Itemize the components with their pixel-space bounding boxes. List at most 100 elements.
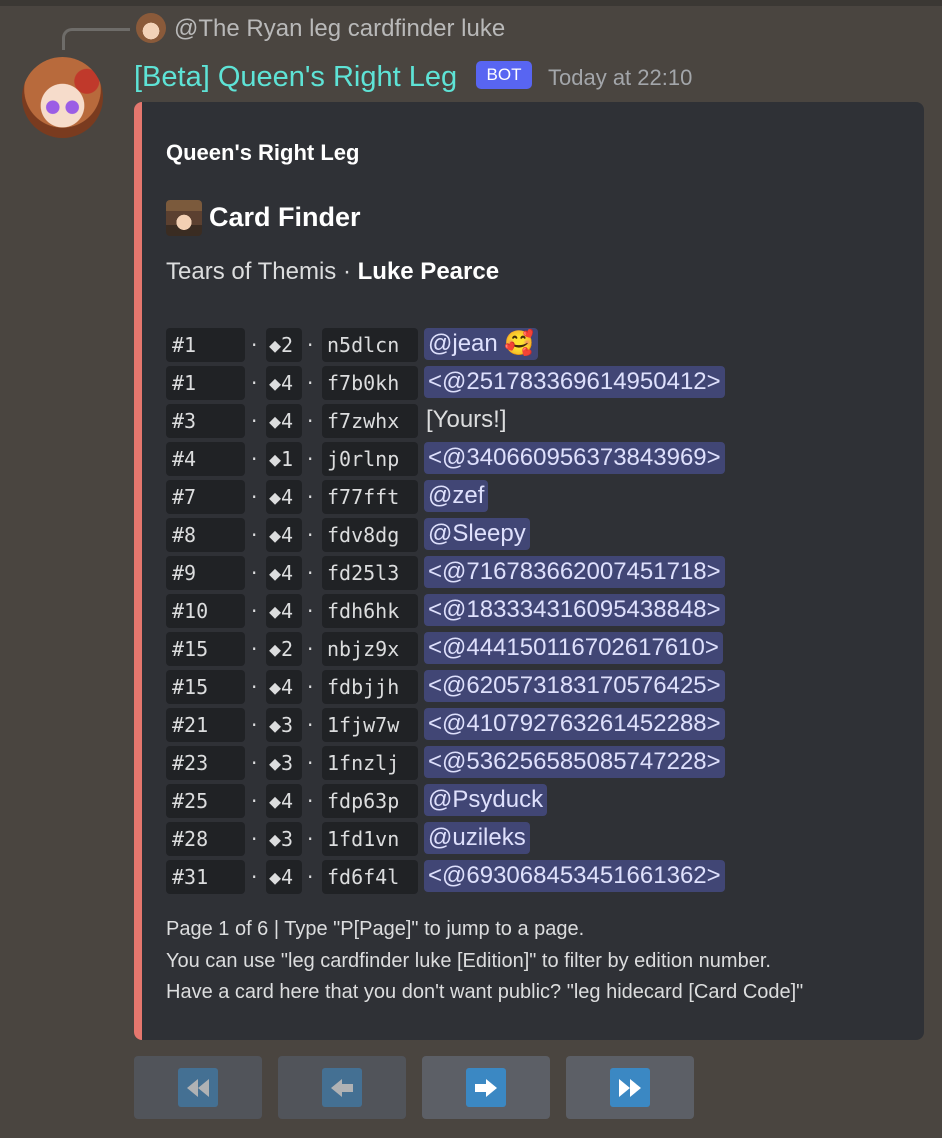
separator-dot: · bbox=[251, 637, 258, 661]
previous-page-button[interactable] bbox=[278, 1056, 406, 1119]
card-code: f7zwhx bbox=[322, 404, 418, 438]
bot-avatar[interactable] bbox=[22, 57, 103, 138]
card-owner[interactable]: <@620573183170576425> bbox=[424, 670, 725, 702]
bot-tag: BOT bbox=[476, 61, 532, 89]
separator-dot: · bbox=[251, 675, 258, 699]
embed-accent-bar bbox=[134, 102, 142, 1040]
left-arrow-icon bbox=[322, 1068, 362, 1107]
card-owner[interactable]: <@536256585085747228> bbox=[424, 746, 725, 778]
card-owner[interactable]: <@251783369614950412> bbox=[424, 366, 725, 398]
card-owner[interactable]: @uzileks bbox=[424, 822, 530, 854]
embed-author: Queen's Right Leg bbox=[166, 140, 360, 165]
card-owner[interactable]: <@410792763261452288> bbox=[424, 708, 725, 740]
footer-line: You can use "leg cardfinder luke [Editio… bbox=[166, 949, 771, 972]
footer-line: Page 1 of 6 | Type "P[Page]" to jump to … bbox=[166, 918, 585, 940]
card-code: 1fd1vn bbox=[322, 822, 418, 856]
card-owner[interactable]: <@340660956373843969> bbox=[424, 442, 725, 474]
separator-dot: · bbox=[251, 865, 258, 889]
right-arrow-icon bbox=[466, 1068, 506, 1107]
separator-dot: · bbox=[251, 447, 258, 471]
card-owner[interactable]: <@693068453451661362> bbox=[424, 860, 725, 892]
separator-dot: · bbox=[307, 827, 314, 851]
card-rarity: ◆3 bbox=[266, 708, 302, 742]
card-owner[interactable]: @Sleepy bbox=[424, 518, 530, 550]
separator-dot: · bbox=[307, 675, 314, 699]
subtitle-series: Tears of Themis · bbox=[166, 258, 358, 285]
card-code: 1fnzlj bbox=[322, 746, 418, 780]
card-owner[interactable]: @zef bbox=[424, 480, 489, 512]
embed-subtitle: Tears of Themis · Luke Pearce bbox=[166, 254, 499, 290]
card-owner[interactable]: @jean 🥰 bbox=[424, 328, 539, 360]
separator-dot: · bbox=[307, 485, 314, 509]
card-code: fdbjjh bbox=[322, 670, 418, 704]
card-code: f77fft bbox=[322, 480, 418, 514]
card-rarity: ◆4 bbox=[266, 480, 302, 514]
card-rarity: ◆1 bbox=[266, 442, 302, 476]
separator-dot: · bbox=[307, 789, 314, 813]
separator-dot: · bbox=[307, 409, 314, 433]
card-code: fd25l3 bbox=[322, 556, 418, 590]
card-edition-number: #1 bbox=[166, 366, 245, 400]
card-owner[interactable]: <@716783662007451718> bbox=[424, 556, 725, 588]
card-owner[interactable]: <@444150116702617610> bbox=[424, 632, 723, 664]
separator-dot: · bbox=[251, 333, 258, 357]
card-code: fd6f4l bbox=[322, 860, 418, 894]
last-page-button[interactable] bbox=[566, 1056, 694, 1119]
card-code: fdh6hk bbox=[322, 594, 418, 628]
embed-title: Card Finder bbox=[209, 202, 361, 232]
card-rarity: ◆4 bbox=[266, 404, 302, 438]
card-owner[interactable]: @Psyduck bbox=[424, 784, 548, 816]
card-code: 1fjw7w bbox=[322, 708, 418, 742]
card-code: f7b0kh bbox=[322, 366, 418, 400]
card-edition-number: #25 bbox=[166, 784, 245, 818]
footer-line: Have a card here that you don't want pub… bbox=[166, 981, 804, 1003]
card-edition-number: #23 bbox=[166, 746, 245, 780]
card-rarity: ◆3 bbox=[266, 822, 302, 856]
card-code: nbjz9x bbox=[322, 632, 418, 666]
top-divider bbox=[0, 0, 942, 6]
card-rarity: ◆4 bbox=[266, 784, 302, 818]
card-edition-number: #3 bbox=[166, 404, 245, 438]
separator-dot: · bbox=[307, 371, 314, 395]
separator-dot: · bbox=[251, 827, 258, 851]
card-code: fdp63p bbox=[322, 784, 418, 818]
separator-dot: · bbox=[307, 637, 314, 661]
card-owner: [Yours!] bbox=[426, 406, 507, 433]
separator-dot: · bbox=[251, 485, 258, 509]
card-rarity: ◆4 bbox=[266, 518, 302, 552]
separator-dot: · bbox=[251, 751, 258, 775]
separator-dot: · bbox=[251, 371, 258, 395]
bot-username[interactable]: [Beta] Queen's Right Leg bbox=[134, 57, 457, 97]
card-edition-number: #21 bbox=[166, 708, 245, 742]
card-owner[interactable]: <@183334316095438848> bbox=[424, 594, 725, 626]
separator-dot: · bbox=[307, 713, 314, 737]
separator-dot: · bbox=[307, 865, 314, 889]
separator-dot: · bbox=[307, 447, 314, 471]
separator-dot: · bbox=[251, 599, 258, 623]
card-edition-number: #28 bbox=[166, 822, 245, 856]
card-edition-number: #15 bbox=[166, 670, 245, 704]
card-rarity: ◆4 bbox=[266, 366, 302, 400]
next-page-button[interactable] bbox=[422, 1056, 550, 1119]
separator-dot: · bbox=[251, 409, 258, 433]
separator-dot: · bbox=[307, 751, 314, 775]
first-page-button[interactable] bbox=[134, 1056, 262, 1119]
separator-dot: · bbox=[251, 523, 258, 547]
card-edition-number: #15 bbox=[166, 632, 245, 666]
card-rarity: ◆2 bbox=[266, 632, 302, 666]
separator-dot: · bbox=[307, 523, 314, 547]
card-edition-number: #1 bbox=[166, 328, 245, 362]
reply-preview-text[interactable]: @The Ryan leg cardfinder luke bbox=[174, 13, 505, 45]
card-rarity: ◆4 bbox=[266, 556, 302, 590]
rewind-icon bbox=[178, 1068, 218, 1107]
separator-dot: · bbox=[251, 561, 258, 585]
card-rarity: ◆4 bbox=[266, 670, 302, 704]
embed-footer: Page 1 of 6 | Type "P[Page]" to jump to … bbox=[166, 914, 803, 1009]
message-timestamp: Today at 22:10 bbox=[548, 65, 693, 90]
reply-connector bbox=[62, 28, 130, 50]
subtitle-character: Luke Pearce bbox=[357, 258, 500, 285]
card-edition-number: #9 bbox=[166, 556, 245, 590]
separator-dot: · bbox=[251, 713, 258, 737]
reply-avatar[interactable] bbox=[136, 13, 166, 43]
card-code: j0rlnp bbox=[322, 442, 418, 476]
